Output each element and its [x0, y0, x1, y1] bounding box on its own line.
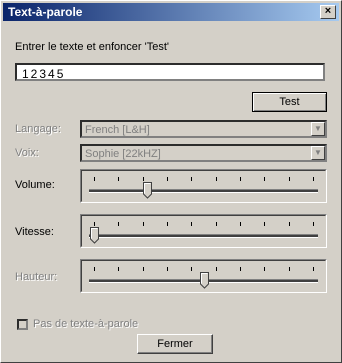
language-select[interactable]: French [L&H] ▼: [80, 120, 327, 138]
close-window-button[interactable]: ×: [320, 5, 336, 19]
slider-tick: [142, 267, 144, 271]
slider-tick: [313, 267, 314, 271]
slider-tick: [142, 222, 144, 226]
slider-tick: [94, 222, 95, 226]
instruction-label: Entrer le texte et enfoncer 'Test': [15, 41, 169, 53]
slider-thumb[interactable]: [199, 272, 209, 289]
slider-tick: [94, 177, 95, 181]
slider-tick: [313, 222, 314, 226]
close-button[interactable]: Fermer: [137, 334, 213, 354]
text-input[interactable]: 12345: [15, 63, 325, 81]
slider-thumb[interactable]: [142, 182, 152, 199]
slider-tick: [94, 267, 95, 271]
voice-value: Sophie [22kHZ]: [85, 148, 161, 160]
slider-thumb[interactable]: [90, 227, 99, 244]
speed-slider[interactable]: [80, 214, 327, 248]
slider-tick: [118, 222, 120, 226]
language-value: French [L&H]: [85, 124, 150, 136]
slider-tick: [215, 267, 217, 271]
window-title: Text-à-parole: [8, 5, 83, 19]
slider-tick: [191, 222, 193, 226]
slider-tick: [264, 267, 266, 271]
title-bar: Text-à-parole ×: [3, 3, 339, 21]
slider-tick: [288, 177, 290, 181]
slider-tick: [118, 267, 120, 271]
dropdown-arrow-icon[interactable]: ▼: [311, 122, 325, 136]
slider-tick: [142, 177, 144, 181]
volume-label: Volume:: [15, 179, 55, 191]
slider-tick: [167, 177, 168, 181]
slider-tick: [288, 267, 290, 271]
voice-select[interactable]: Sophie [22kHZ] ▼: [80, 144, 327, 162]
slider-tick: [191, 177, 193, 181]
pitch-slider[interactable]: [80, 259, 327, 293]
slider-tick: [240, 177, 241, 181]
slider-tick: [167, 267, 168, 271]
slider-tick: [240, 267, 241, 271]
slider-tick: [118, 177, 120, 181]
slider-track: [89, 234, 318, 238]
pitch-label: Hauteur:: [15, 271, 58, 283]
no-tts-label: Pas de texte-à-parole: [33, 318, 139, 330]
volume-slider[interactable]: [80, 169, 327, 203]
slider-tick: [215, 222, 217, 226]
slider-tick: [264, 222, 266, 226]
slider-tick: [191, 267, 193, 271]
voice-label: Voix:: [15, 147, 39, 159]
dialog-window: Text-à-parole × Entrer le texte et enfon…: [0, 0, 342, 363]
slider-tick: [264, 177, 266, 181]
slider-tick: [167, 222, 168, 226]
no-tts-checkbox[interactable]: [17, 319, 28, 330]
slider-tick: [313, 177, 314, 181]
speed-label: Vitesse:: [15, 226, 54, 238]
test-button[interactable]: Test: [252, 92, 327, 112]
slider-track: [89, 189, 318, 193]
language-label: Langage:: [15, 123, 61, 135]
slider-tick: [240, 222, 241, 226]
slider-tick: [288, 222, 290, 226]
dropdown-arrow-icon[interactable]: ▼: [311, 146, 325, 160]
slider-tick: [215, 177, 217, 181]
